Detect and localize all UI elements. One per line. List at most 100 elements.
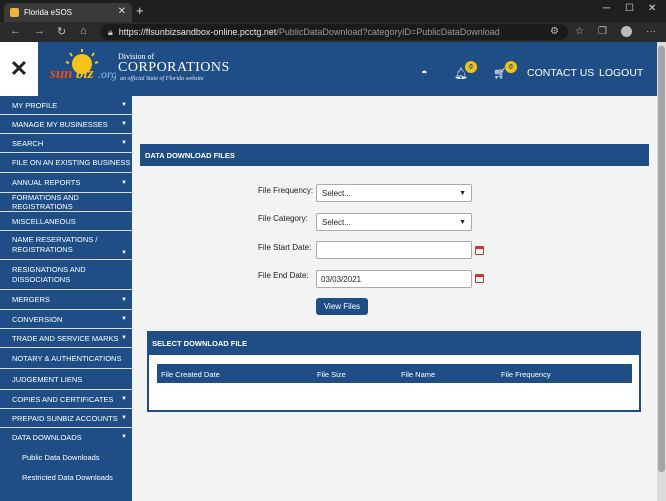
svg-text:.org: .org (98, 67, 116, 81)
sidebar-item-label: CONVERSION (12, 314, 63, 324)
back-icon[interactable]: ← (10, 25, 21, 37)
sidebar-item-trade-marks[interactable]: TRADE AND SERVICE MARKS ▼ (0, 329, 132, 348)
profile-avatar[interactable] (621, 26, 632, 37)
new-tab-icon[interactable]: + (136, 3, 144, 18)
cart-badge: 0 (505, 61, 517, 73)
file-end-date-label: File End Date: (258, 271, 309, 280)
sidebar-item-label: NAME RESERVATIONS / REGISTRATIONS (12, 235, 98, 254)
sidebar-sub-restricted-downloads[interactable]: Restricted Data Downloads (22, 473, 113, 482)
section-title: DATA DOWNLOAD FILES (140, 144, 649, 166)
download-table-header (157, 364, 632, 383)
sidebar-item-label: FORMATIONS AND REGISTRATIONS (12, 193, 79, 211)
file-end-date-value: 03/03/2021 (321, 274, 362, 284)
sidebar-item-label: SEARCH (12, 138, 44, 148)
sunbiz-sun-icon: sun biz .org (49, 49, 116, 82)
sidebar-item-notary[interactable]: NOTARY & AUTHENTICATIONS (0, 348, 132, 369)
minimize-icon[interactable]: ─ (603, 3, 610, 14)
column-file-name[interactable]: File Name (401, 370, 435, 379)
caret-down-icon: ▼ (121, 434, 127, 440)
sidebar-item-label: MISCELLANEOUS (12, 216, 76, 226)
caret-down-icon: ▼ (121, 140, 127, 146)
file-end-date-input[interactable]: 03/03/2021 (316, 270, 472, 288)
file-frequency-label: File Frequency: (258, 186, 314, 195)
sidebar-item-conversion[interactable]: CONVERSION ▼ (0, 310, 132, 329)
file-start-date-input[interactable] (316, 241, 472, 259)
close-menu-icon[interactable]: ✕ (0, 42, 38, 96)
logout-link[interactable]: LOGOUT (599, 67, 643, 79)
sidebar-sub-public-downloads[interactable]: Public Data Downloads (22, 453, 100, 462)
caret-down-icon: ▼ (121, 250, 127, 256)
sidebar-item-data-downloads[interactable]: DATA DOWNLOADS ▼ (0, 428, 132, 446)
chevron-down-icon: ▼ (459, 189, 466, 197)
file-category-value: Select... (322, 217, 351, 227)
window-close-icon[interactable]: ✕ (648, 3, 656, 14)
browser-tab[interactable]: Florida eSOS ✕ (4, 3, 132, 22)
caret-down-icon: ▼ (121, 396, 127, 402)
scrollbar-thumb[interactable] (658, 46, 665, 472)
caret-down-icon: ▼ (121, 102, 127, 108)
sidebar-item-file-existing[interactable]: FILE ON AN EXISTING BUSINESS (0, 153, 132, 173)
contact-us-link[interactable]: CONTACT US (527, 67, 594, 79)
more-menu-icon[interactable]: ··· (646, 26, 656, 37)
sidebar-item-label: FILE ON AN EXISTING BUSINESS (12, 158, 131, 167)
sidebar-item-formations[interactable]: FORMATIONS AND REGISTRATIONS (0, 193, 132, 212)
column-file-created-date[interactable]: File Created Date (161, 370, 220, 379)
sidebar-item-manage-businesses[interactable]: MANAGE MY BUSINESSES ▼ (0, 115, 132, 134)
tracking-icon[interactable]: ⚙ (550, 26, 559, 37)
sidebar-item-annual-reports[interactable]: ANNUAL REPORTS ▼ (0, 173, 132, 193)
maximize-icon[interactable]: ☐ (625, 3, 634, 14)
sidebar-item-my-profile[interactable]: MY PROFILE ▼ (0, 96, 132, 115)
close-tab-icon[interactable]: ✕ (118, 6, 126, 17)
sidebar-item-name-reservations[interactable]: NAME RESERVATIONS / REGISTRATIONS ▼ (0, 231, 132, 260)
url-field[interactable]: 🔒︎ https://flsunbizsandbox-online.pcctg.… (100, 24, 568, 40)
reload-icon[interactable]: ↻ (57, 25, 66, 38)
sidebar-item-copies[interactable]: COPIES AND CERTIFICATES ▼ (0, 390, 132, 409)
download-panel-title: SELECT DOWNLOAD FILE (147, 331, 641, 355)
logo-tagline: an official State of Florida website (120, 76, 204, 82)
file-frequency-select[interactable]: Select... ▼ (316, 184, 472, 202)
dashboard-icon[interactable]: ◓ (421, 67, 428, 79)
sidebar-item-label: DATA DOWNLOADS (12, 432, 82, 442)
caret-down-icon: ▼ (121, 296, 127, 303)
sidebar-item-search[interactable]: SEARCH ▼ (0, 134, 132, 153)
file-category-label: File Category: (258, 214, 308, 223)
notification-badge: 0 (465, 61, 477, 73)
logo-corporations: CORPORATIONS (118, 60, 230, 75)
home-icon[interactable]: ⌂ (80, 25, 87, 37)
sidebar-item-label: MY PROFILE (12, 100, 58, 110)
sunbiz-logo[interactable]: sun biz .org Division of CORPORATIONS an… (46, 46, 229, 90)
caret-down-icon: ▼ (121, 415, 127, 421)
column-file-frequency[interactable]: File Frequency (501, 370, 551, 379)
tab-title: Florida eSOS (24, 8, 73, 17)
calendar-icon[interactable] (475, 246, 484, 255)
sidebar-item-label: MANAGE MY BUSINESSES (12, 119, 108, 129)
file-category-select[interactable]: Select... ▼ (316, 213, 472, 231)
sidebar-item-label: PREPAID SUNBIZ ACCOUNTS (12, 413, 118, 423)
caret-down-icon: ▼ (121, 179, 127, 186)
favorites-icon[interactable]: ☆ (575, 26, 584, 37)
sidebar-item-label: JUDGEMENT LIENS (12, 374, 83, 384)
svg-text:biz: biz (76, 66, 94, 82)
file-frequency-value: Select... (322, 188, 351, 198)
forward-icon[interactable]: → (34, 25, 45, 37)
url-host: https://flsunbizsandbox-online.pcctg.net (118, 27, 277, 37)
url-path: /PublicDataDownload?categoryID=PublicDat… (276, 27, 500, 37)
sidebar-item-prepaid[interactable]: PREPAID SUNBIZ ACCOUNTS ▼ (0, 409, 132, 428)
address-bar-row: ← → ↻ ⌂ 🔒︎ https://flsunbizsandbox-onlin… (0, 22, 666, 42)
view-files-button[interactable]: View Files (316, 298, 368, 315)
sidebar-nav: MY PROFILE ▼ MANAGE MY BUSINESSES ▼ SEARCH… (0, 96, 132, 501)
sidebar-item-label: TRADE AND SERVICE MARKS (12, 333, 119, 343)
sidebar-item-judgement-liens[interactable]: JUDGEMENT LIENS (0, 369, 132, 390)
column-file-size[interactable]: File Size (317, 370, 346, 379)
lock-icon: 🔒︎ (108, 26, 113, 37)
sidebar-item-label: MERGERS (12, 295, 50, 304)
sidebar-item-miscellaneous[interactable]: MISCELLANEOUS (0, 212, 132, 231)
collections-icon[interactable]: ❐ (598, 26, 607, 37)
sidebar-item-mergers[interactable]: MERGERS ▼ (0, 290, 132, 310)
calendar-icon[interactable] (475, 274, 484, 283)
sidebar-item-resignations[interactable]: RESIGNATIONS AND DISSOCIATIONS (0, 260, 132, 290)
sidebar-item-label: ANNUAL REPORTS (12, 178, 81, 187)
caret-down-icon: ▼ (121, 316, 127, 322)
file-start-date-label: File Start Date: (258, 243, 312, 252)
sidebar-item-label: RESIGNATIONS AND DISSOCIATIONS (12, 264, 86, 284)
